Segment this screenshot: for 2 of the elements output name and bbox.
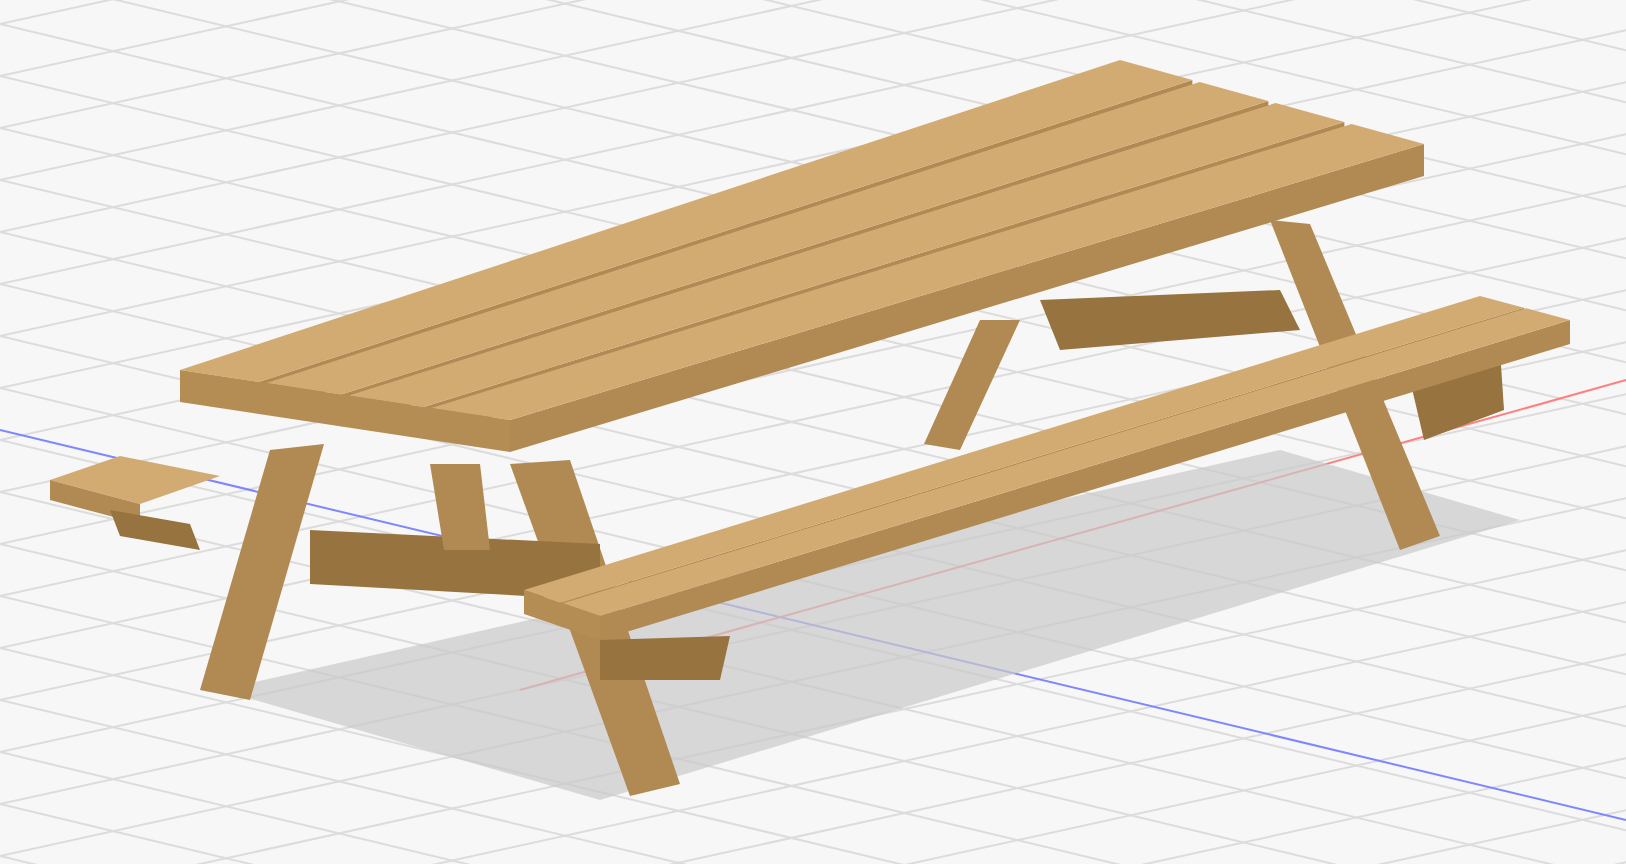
model-viewport[interactable] — [0, 0, 1626, 864]
picnic-table-drawing[interactable] — [50, 60, 1570, 800]
